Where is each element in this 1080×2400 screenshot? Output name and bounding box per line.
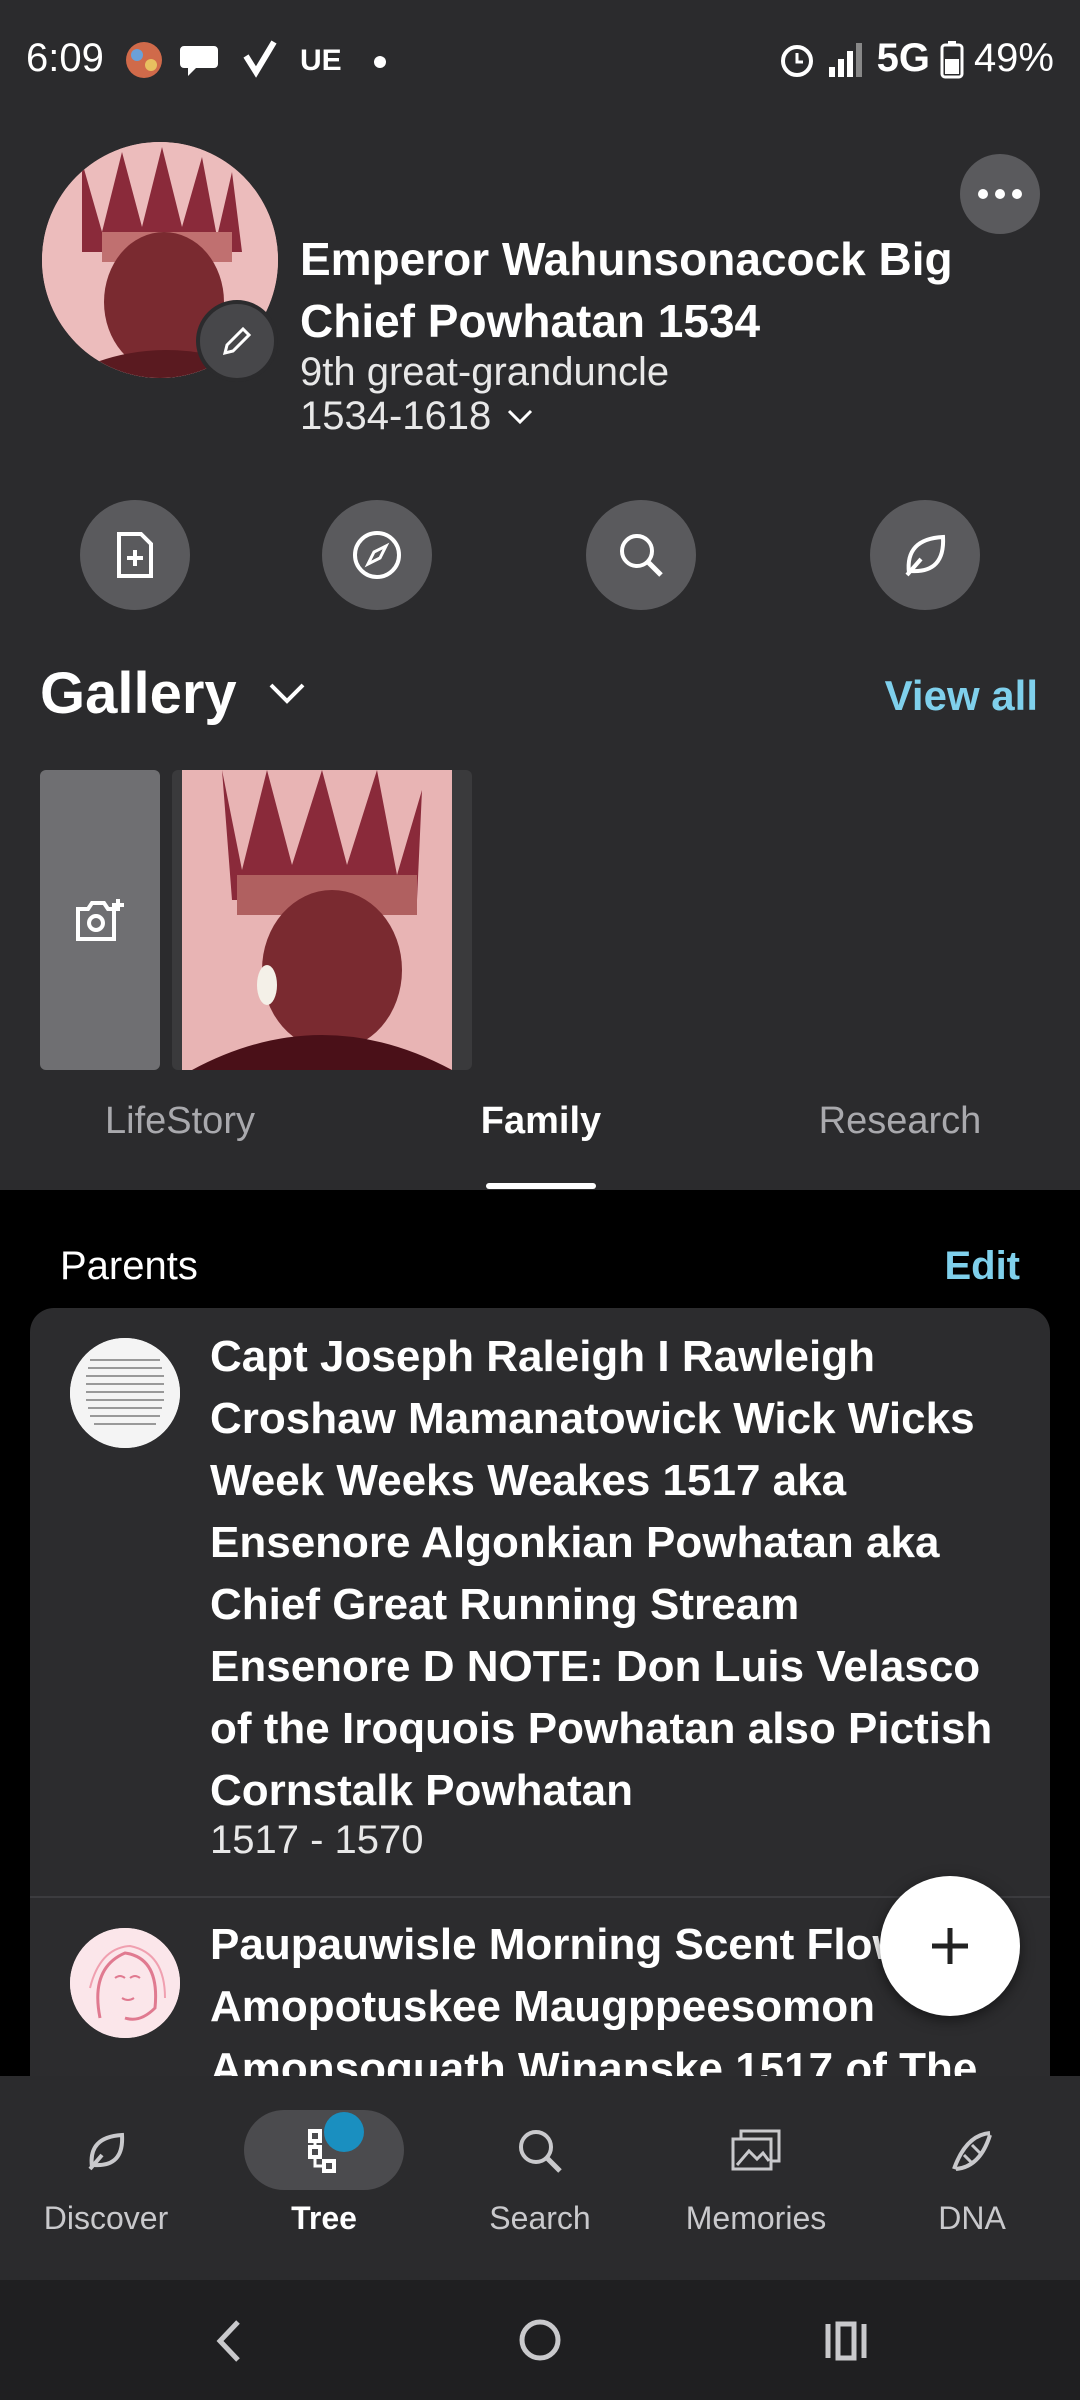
hints-button[interactable] bbox=[322, 500, 432, 610]
compass-icon bbox=[353, 531, 401, 579]
parent-avatar bbox=[70, 1928, 180, 2038]
edit-parents-link[interactable]: Edit bbox=[944, 1244, 1020, 1289]
relationship-label: 9th great-granduncle bbox=[300, 350, 670, 394]
search-records-button[interactable] bbox=[586, 500, 696, 610]
nav-label: Search bbox=[489, 2200, 591, 2236]
check-icon bbox=[243, 40, 277, 78]
document-thumbnail-icon bbox=[70, 1338, 180, 1448]
parent-name: Capt Joseph Raleigh I Rawleigh Croshaw M… bbox=[210, 1332, 993, 1815]
chat-icon bbox=[180, 46, 218, 76]
back-icon[interactable] bbox=[210, 2316, 250, 2366]
gallery-photo[interactable] bbox=[172, 770, 472, 1070]
carrier-badge: UE bbox=[300, 44, 342, 77]
status-time: 6:09 bbox=[26, 36, 104, 80]
tab-research[interactable]: Research bbox=[750, 1100, 1050, 1143]
status-right-group: 5G 49% bbox=[777, 36, 1054, 81]
recent-apps-icon[interactable] bbox=[822, 2316, 870, 2364]
plus-icon bbox=[932, 1928, 968, 1964]
system-navigation-bar bbox=[0, 2280, 1080, 2400]
tab-family[interactable]: Family bbox=[391, 1100, 691, 1143]
portrait-image bbox=[182, 770, 452, 1070]
battery-icon bbox=[940, 40, 964, 78]
female-portrait-sketch bbox=[70, 1928, 180, 2038]
app-notification-icon bbox=[126, 42, 162, 78]
parent-avatar bbox=[70, 1338, 180, 1448]
home-icon[interactable] bbox=[516, 2316, 564, 2364]
nav-memories[interactable]: Memories bbox=[656, 2116, 856, 2237]
signal-icon bbox=[828, 42, 862, 77]
dot-icon bbox=[374, 56, 386, 68]
discover-leaf-icon bbox=[905, 534, 946, 577]
active-tab-indicator bbox=[486, 1183, 596, 1189]
nav-search[interactable]: Search bbox=[440, 2116, 640, 2237]
more-options-button[interactable] bbox=[960, 154, 1040, 234]
gallery-header[interactable]: Gallery bbox=[40, 660, 307, 727]
dna-icon bbox=[952, 2131, 992, 2171]
add-photo-icon bbox=[76, 899, 124, 941]
nav-label: DNA bbox=[938, 2200, 1006, 2236]
network-type: 5G bbox=[876, 36, 930, 80]
add-record-button[interactable] bbox=[80, 500, 190, 610]
nav-label: Discover bbox=[43, 2200, 169, 2236]
photos-icon bbox=[731, 2129, 781, 2171]
discover-leaf-icon bbox=[88, 2132, 125, 2171]
battery-level: 49% bbox=[973, 36, 1054, 80]
parent-dates: 1517 - 1570 bbox=[210, 1818, 424, 1862]
pencil-icon bbox=[222, 326, 252, 356]
parents-section-label: Parents bbox=[60, 1244, 198, 1288]
search-icon bbox=[620, 534, 663, 577]
nav-label: Tree bbox=[291, 2200, 357, 2236]
add-photo-button[interactable] bbox=[40, 770, 160, 1070]
add-person-fab[interactable] bbox=[880, 1876, 1020, 2016]
nav-label: Memories bbox=[685, 2200, 827, 2236]
tab-lifestory[interactable]: LifeStory bbox=[30, 1100, 330, 1143]
gallery-title: Gallery bbox=[40, 661, 237, 726]
nav-dna[interactable]: DNA bbox=[872, 2116, 1072, 2237]
discover-button[interactable] bbox=[870, 500, 980, 610]
life-dates: 1534-1618 bbox=[300, 394, 492, 438]
edit-photo-button[interactable] bbox=[196, 300, 278, 382]
nav-discover[interactable]: Discover bbox=[6, 2116, 206, 2237]
tree-icon bbox=[308, 2129, 336, 2173]
bottom-navigation: Discover Tree Search Memories DNA bbox=[0, 2076, 1080, 2280]
more-dots-icon bbox=[978, 189, 1022, 199]
chevron-down-icon bbox=[508, 409, 533, 424]
search-icon bbox=[519, 2130, 562, 2173]
status-bar: 6:09 UE 5G 49% bbox=[0, 0, 1080, 120]
life-dates-toggle[interactable]: 1534-1618 bbox=[300, 394, 535, 439]
nav-tree[interactable]: Tree bbox=[224, 2116, 424, 2237]
parent-row[interactable]: Capt Joseph Raleigh I Rawleigh Croshaw M… bbox=[30, 1308, 1050, 1896]
alarm-icon bbox=[780, 44, 813, 77]
person-name: Emperor Wahunsonacock Big Chief Powhatan… bbox=[300, 233, 953, 347]
view-all-link[interactable]: View all bbox=[885, 672, 1038, 720]
chevron-down-icon bbox=[269, 683, 305, 704]
add-record-icon bbox=[117, 532, 153, 578]
